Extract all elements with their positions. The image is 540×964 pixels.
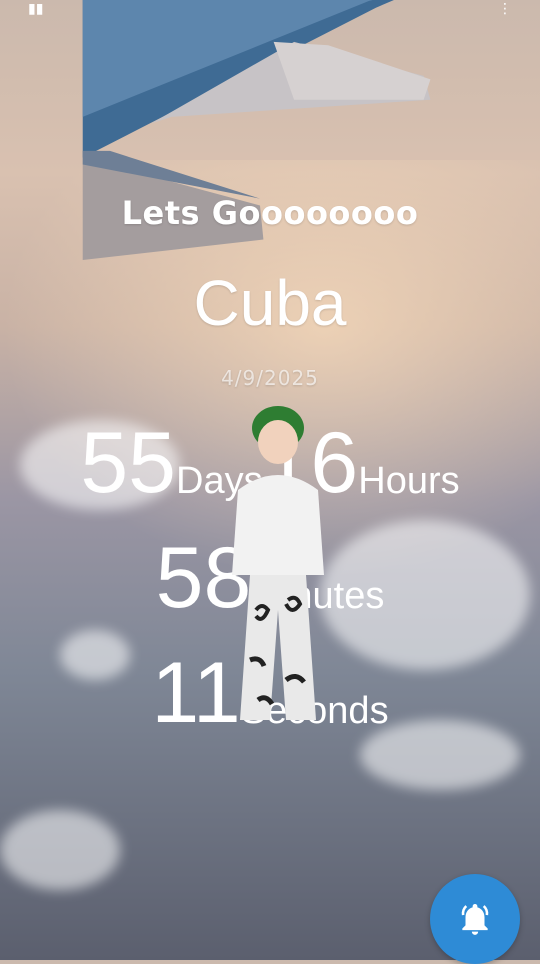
destination-title: Cuba [193,267,347,339]
target-date: 4/9/2025 [221,366,319,390]
person-sticker [232,406,324,720]
hours-label: Hours [358,460,460,502]
bell-icon [461,903,489,935]
notification-button[interactable] [430,874,520,964]
days-value: 55 [80,415,177,511]
status-icons: ⋮ [498,1,512,17]
signal-icon: ▮▮ [28,1,44,17]
status-bar: ▮▮ ⋮ [0,0,540,18]
header-title: Lets Goooooooo [121,194,419,232]
cloud [0,810,120,890]
